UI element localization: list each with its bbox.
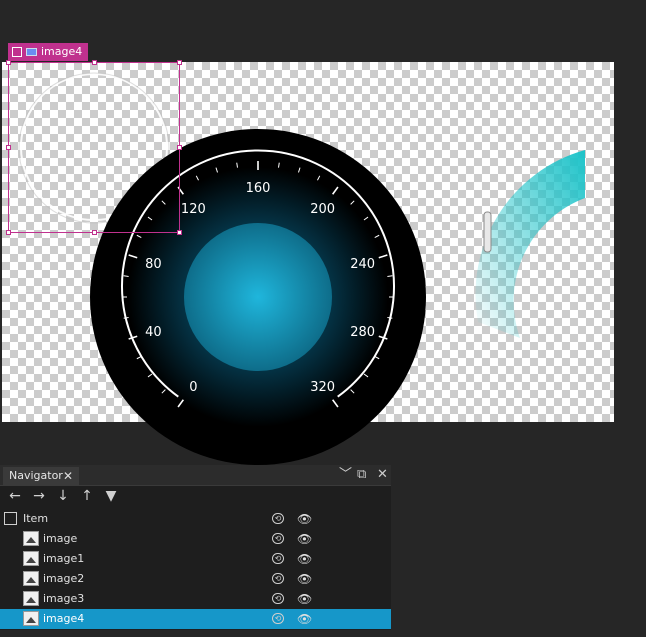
gauge-tick-label: 240 <box>350 257 375 272</box>
tree-row-image3[interactable]: image3 ⟲ 👁 <box>0 589 391 609</box>
arrow-up-icon[interactable]: ↑ <box>78 487 96 505</box>
tree-row-image4[interactable]: image4 ⟲ 👁 <box>0 609 391 629</box>
image-icon <box>23 531 39 546</box>
image-type-icon <box>26 48 37 56</box>
arrow-right-icon[interactable]: → <box>30 487 48 505</box>
gauge-tick-label: 80 <box>145 257 162 272</box>
selection-tag-label: image4 <box>41 45 83 58</box>
tree-row-image[interactable]: image ⟲ 👁 <box>0 529 391 549</box>
filter-icon[interactable]: ▼ <box>102 487 120 505</box>
close-tab-icon[interactable]: ✕ <box>63 467 73 485</box>
resize-handle[interactable] <box>177 60 182 65</box>
visibility-eye-icon[interactable]: 👁 <box>297 549 312 569</box>
needle-image[interactable] <box>483 211 492 253</box>
resize-handle[interactable] <box>6 230 11 235</box>
gauge-tick-label: 200 <box>310 202 335 217</box>
gauge-tick-label: 0 <box>189 380 197 395</box>
tree-row-image1[interactable]: image1 ⟲ 👁 <box>0 549 391 569</box>
tree-row-image2[interactable]: image2 ⟲ 👁 <box>0 569 391 589</box>
visibility-eye-icon[interactable]: 👁 <box>297 509 312 529</box>
lock-toggle-icon[interactable]: ⟲ <box>272 533 284 544</box>
tree-row-label: image <box>43 532 78 545</box>
image-icon <box>23 611 39 626</box>
navigator-tabbar: Navigator ✕ ﹀ ⧉ ✕ <box>0 465 391 486</box>
arrow-left-icon[interactable]: ← <box>6 487 24 505</box>
lock-toggle-icon[interactable]: ⟲ <box>272 613 284 624</box>
resize-handle[interactable] <box>6 145 11 150</box>
gauge-tick-label: 160 <box>246 181 271 196</box>
tree-row-label: image3 <box>43 592 85 605</box>
image-icon <box>23 591 39 606</box>
top-bar <box>0 0 646 62</box>
select-tool-icon <box>12 47 22 57</box>
resize-handle[interactable] <box>177 230 182 235</box>
item-icon <box>4 512 17 525</box>
close-panel-icon[interactable]: ✕ <box>377 466 388 484</box>
resize-handle[interactable] <box>92 60 97 65</box>
lock-toggle-icon[interactable]: ⟲ <box>272 573 284 584</box>
selection-box[interactable] <box>6 60 182 235</box>
visibility-eye-icon[interactable]: 👁 <box>297 609 312 629</box>
navigator-tree: Item ⟲ 👁 image ⟲ 👁 image1 ⟲ 👁 image2 ⟲ � <box>0 509 391 629</box>
lock-toggle-icon[interactable]: ⟲ <box>272 553 284 564</box>
arrow-down-icon[interactable]: ↓ <box>54 487 72 505</box>
visibility-eye-icon[interactable]: 👁 <box>297 569 312 589</box>
chevron-down-icon[interactable]: ﹀ <box>339 466 352 484</box>
lock-toggle-icon[interactable]: ⟲ <box>272 593 284 604</box>
visibility-eye-icon[interactable]: 👁 <box>297 589 312 609</box>
lock-toggle-icon[interactable]: ⟲ <box>272 513 284 524</box>
navigator-toolbar: ← → ↓ ↑ ▼ <box>0 486 391 508</box>
gauge-center-disc[interactable] <box>184 223 332 371</box>
image-icon <box>23 571 39 586</box>
selection-tag[interactable]: image4 <box>8 43 89 61</box>
tree-row-label: image2 <box>43 572 85 585</box>
tree-row-label: Item <box>23 512 49 525</box>
tab-navigator-label: Navigator <box>9 469 63 482</box>
gauge-tick-label: 40 <box>145 325 162 340</box>
resize-handle[interactable] <box>92 230 97 235</box>
visibility-eye-icon[interactable]: 👁 <box>297 529 312 549</box>
gauge-tick-label: 120 <box>181 202 206 217</box>
float-panel-icon[interactable]: ⧉ <box>357 466 366 484</box>
tree-row-label: image1 <box>43 552 85 565</box>
resize-handle[interactable] <box>177 145 182 150</box>
gauge-tick-label: 280 <box>350 325 375 340</box>
resize-handle[interactable] <box>6 60 11 65</box>
image-icon <box>23 551 39 566</box>
tree-row-label: image4 <box>43 612 85 625</box>
tree-row-item[interactable]: Item ⟲ 👁 <box>0 509 391 529</box>
navigator-panel: Navigator ✕ ﹀ ⧉ ✕ ← → ↓ ↑ ▼ Item ⟲ 👁 ima… <box>0 465 391 630</box>
gauge-tick-label: 320 <box>310 380 335 395</box>
tab-navigator[interactable]: Navigator ✕ <box>3 467 79 485</box>
bottom-area: Navigator ✕ ﹀ ⧉ ✕ ← → ↓ ↑ ▼ Item ⟲ 👁 ima… <box>0 465 646 630</box>
